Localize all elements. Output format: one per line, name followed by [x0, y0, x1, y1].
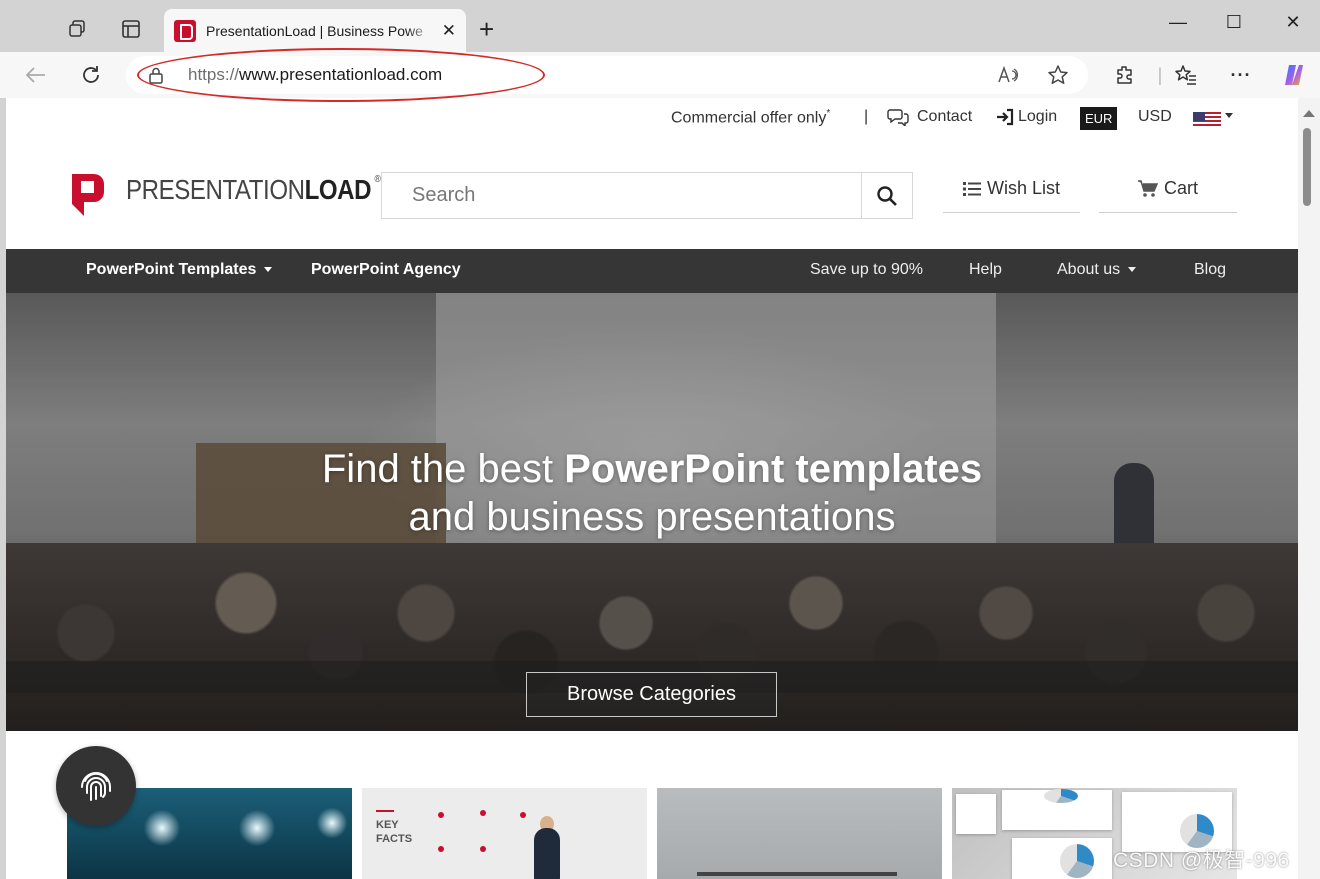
web-page: Commercial offer only* | Contact Login E… — [6, 98, 1298, 879]
currency-eur-button[interactable]: EUR — [1080, 107, 1118, 130]
nav-help[interactable]: Help — [969, 261, 1002, 279]
thumbnail-dot — [480, 846, 486, 852]
vertical-tabs-icon[interactable] — [120, 18, 142, 40]
search-icon — [877, 185, 897, 206]
thumbnail-pie — [1180, 814, 1214, 848]
thumbnail-pie — [1044, 789, 1078, 803]
product-thumbnail[interactable]: KEY FACTS — [362, 788, 647, 879]
language-dropdown-chevron-icon[interactable] — [1225, 107, 1233, 125]
utility-separator: | — [864, 108, 869, 125]
lock-icon[interactable] — [148, 67, 164, 84]
product-thumbnail[interactable] — [657, 788, 942, 879]
tab-close-icon[interactable]: ✕ — [442, 21, 456, 41]
presentationload-logo-icon[interactable] — [68, 172, 108, 218]
hero-headline: Find the best PowerPoint templates and b… — [321, 447, 983, 539]
back-arrow-icon[interactable] — [22, 62, 50, 88]
site-favicon-icon — [174, 19, 196, 42]
cart-icon — [1137, 180, 1158, 197]
nav-save-up-to-90[interactable]: Save up to 90% — [810, 261, 923, 279]
commercial-offer-text: Commercial offer only* — [671, 108, 831, 127]
search-button[interactable] — [861, 173, 912, 218]
thumbnail-bar — [697, 872, 897, 876]
workspaces-icon[interactable] — [67, 18, 89, 40]
maximize-button[interactable]: ☐ — [1214, 12, 1254, 33]
thumbnail-slide — [1122, 792, 1232, 852]
thumbnail-dot — [438, 846, 444, 852]
main-navigation: PowerPoint Templates PowerPoint Agency S… — [6, 249, 1298, 293]
more-options-icon[interactable]: ··· — [1227, 62, 1255, 88]
thumbnail-dot — [520, 812, 526, 818]
tab-title: PresentationLoad | Business Powe — [206, 22, 423, 39]
nav-blog[interactable]: Blog — [1194, 261, 1226, 279]
thumbnail-pie — [1060, 844, 1094, 878]
scrollbar-thumb[interactable] — [1303, 128, 1311, 206]
sign-in-icon — [997, 108, 1014, 126]
browser-tab-bar: PresentationLoad | Business Powe ✕ + — ☐… — [0, 0, 1320, 52]
key-facts-label: KEY FACTS — [376, 810, 412, 846]
url-text: https://www.presentationload.com — [188, 65, 443, 84]
thumbnail-dot — [480, 810, 486, 816]
browser-toolbar: https://www.presentationload.com | ··· — [0, 52, 1320, 98]
login-link[interactable]: Login — [996, 108, 1057, 126]
scroll-up-arrow-icon[interactable] — [1303, 110, 1315, 117]
extensions-icon[interactable] — [1111, 62, 1139, 88]
watermark-text: CSDN @极智-996 — [1113, 849, 1290, 872]
nav-about-us[interactable]: About us — [1057, 261, 1137, 279]
close-window-button[interactable]: ✕ — [1273, 12, 1313, 33]
privacy-settings-button[interactable] — [56, 746, 136, 826]
hero-banner: Find the best PowerPoint templates and b… — [6, 293, 1298, 731]
search-input[interactable] — [382, 173, 862, 218]
refresh-icon[interactable] — [77, 62, 105, 88]
chevron-down-icon — [264, 267, 273, 273]
thumbnail-dot — [438, 812, 444, 818]
thumbnail-slide — [956, 794, 996, 834]
browse-categories-button[interactable]: Browse Categories — [526, 672, 777, 717]
list-icon — [962, 182, 981, 196]
nav-powerpoint-agency[interactable]: PowerPoint Agency — [311, 261, 461, 279]
wishlist-link[interactable]: Wish List — [943, 178, 1080, 213]
nav-powerpoint-templates[interactable]: PowerPoint Templates — [86, 261, 273, 279]
utility-bar: Commercial offer only* | Contact Login E… — [6, 107, 1298, 132]
read-aloud-icon[interactable] — [996, 64, 1020, 86]
search-box — [381, 172, 913, 219]
contact-link[interactable]: Contact — [887, 108, 972, 126]
fingerprint-icon — [81, 772, 111, 801]
toolbar-divider: | — [1157, 64, 1163, 85]
address-bar[interactable]: https://www.presentationload.com — [126, 56, 1088, 94]
new-tab-button[interactable]: + — [479, 14, 494, 45]
presenter-figure — [534, 828, 560, 879]
minimize-button[interactable]: — — [1158, 12, 1198, 33]
logo-wordmark[interactable]: PRESENTATIONLOAD ® — [126, 174, 381, 206]
page-scrollbar[interactable] — [1298, 98, 1320, 879]
favorite-star-icon[interactable] — [1046, 64, 1070, 86]
chevron-down-icon — [1128, 267, 1137, 273]
cart-link[interactable]: Cart — [1099, 178, 1237, 213]
us-flag-icon[interactable] — [1193, 112, 1221, 128]
copilot-icon[interactable] — [1280, 62, 1308, 88]
chat-icon — [887, 109, 909, 126]
favorites-icon[interactable] — [1172, 62, 1200, 88]
currency-usd-button[interactable]: USD — [1138, 108, 1172, 126]
active-tab[interactable]: PresentationLoad | Business Powe ✕ — [164, 9, 466, 52]
